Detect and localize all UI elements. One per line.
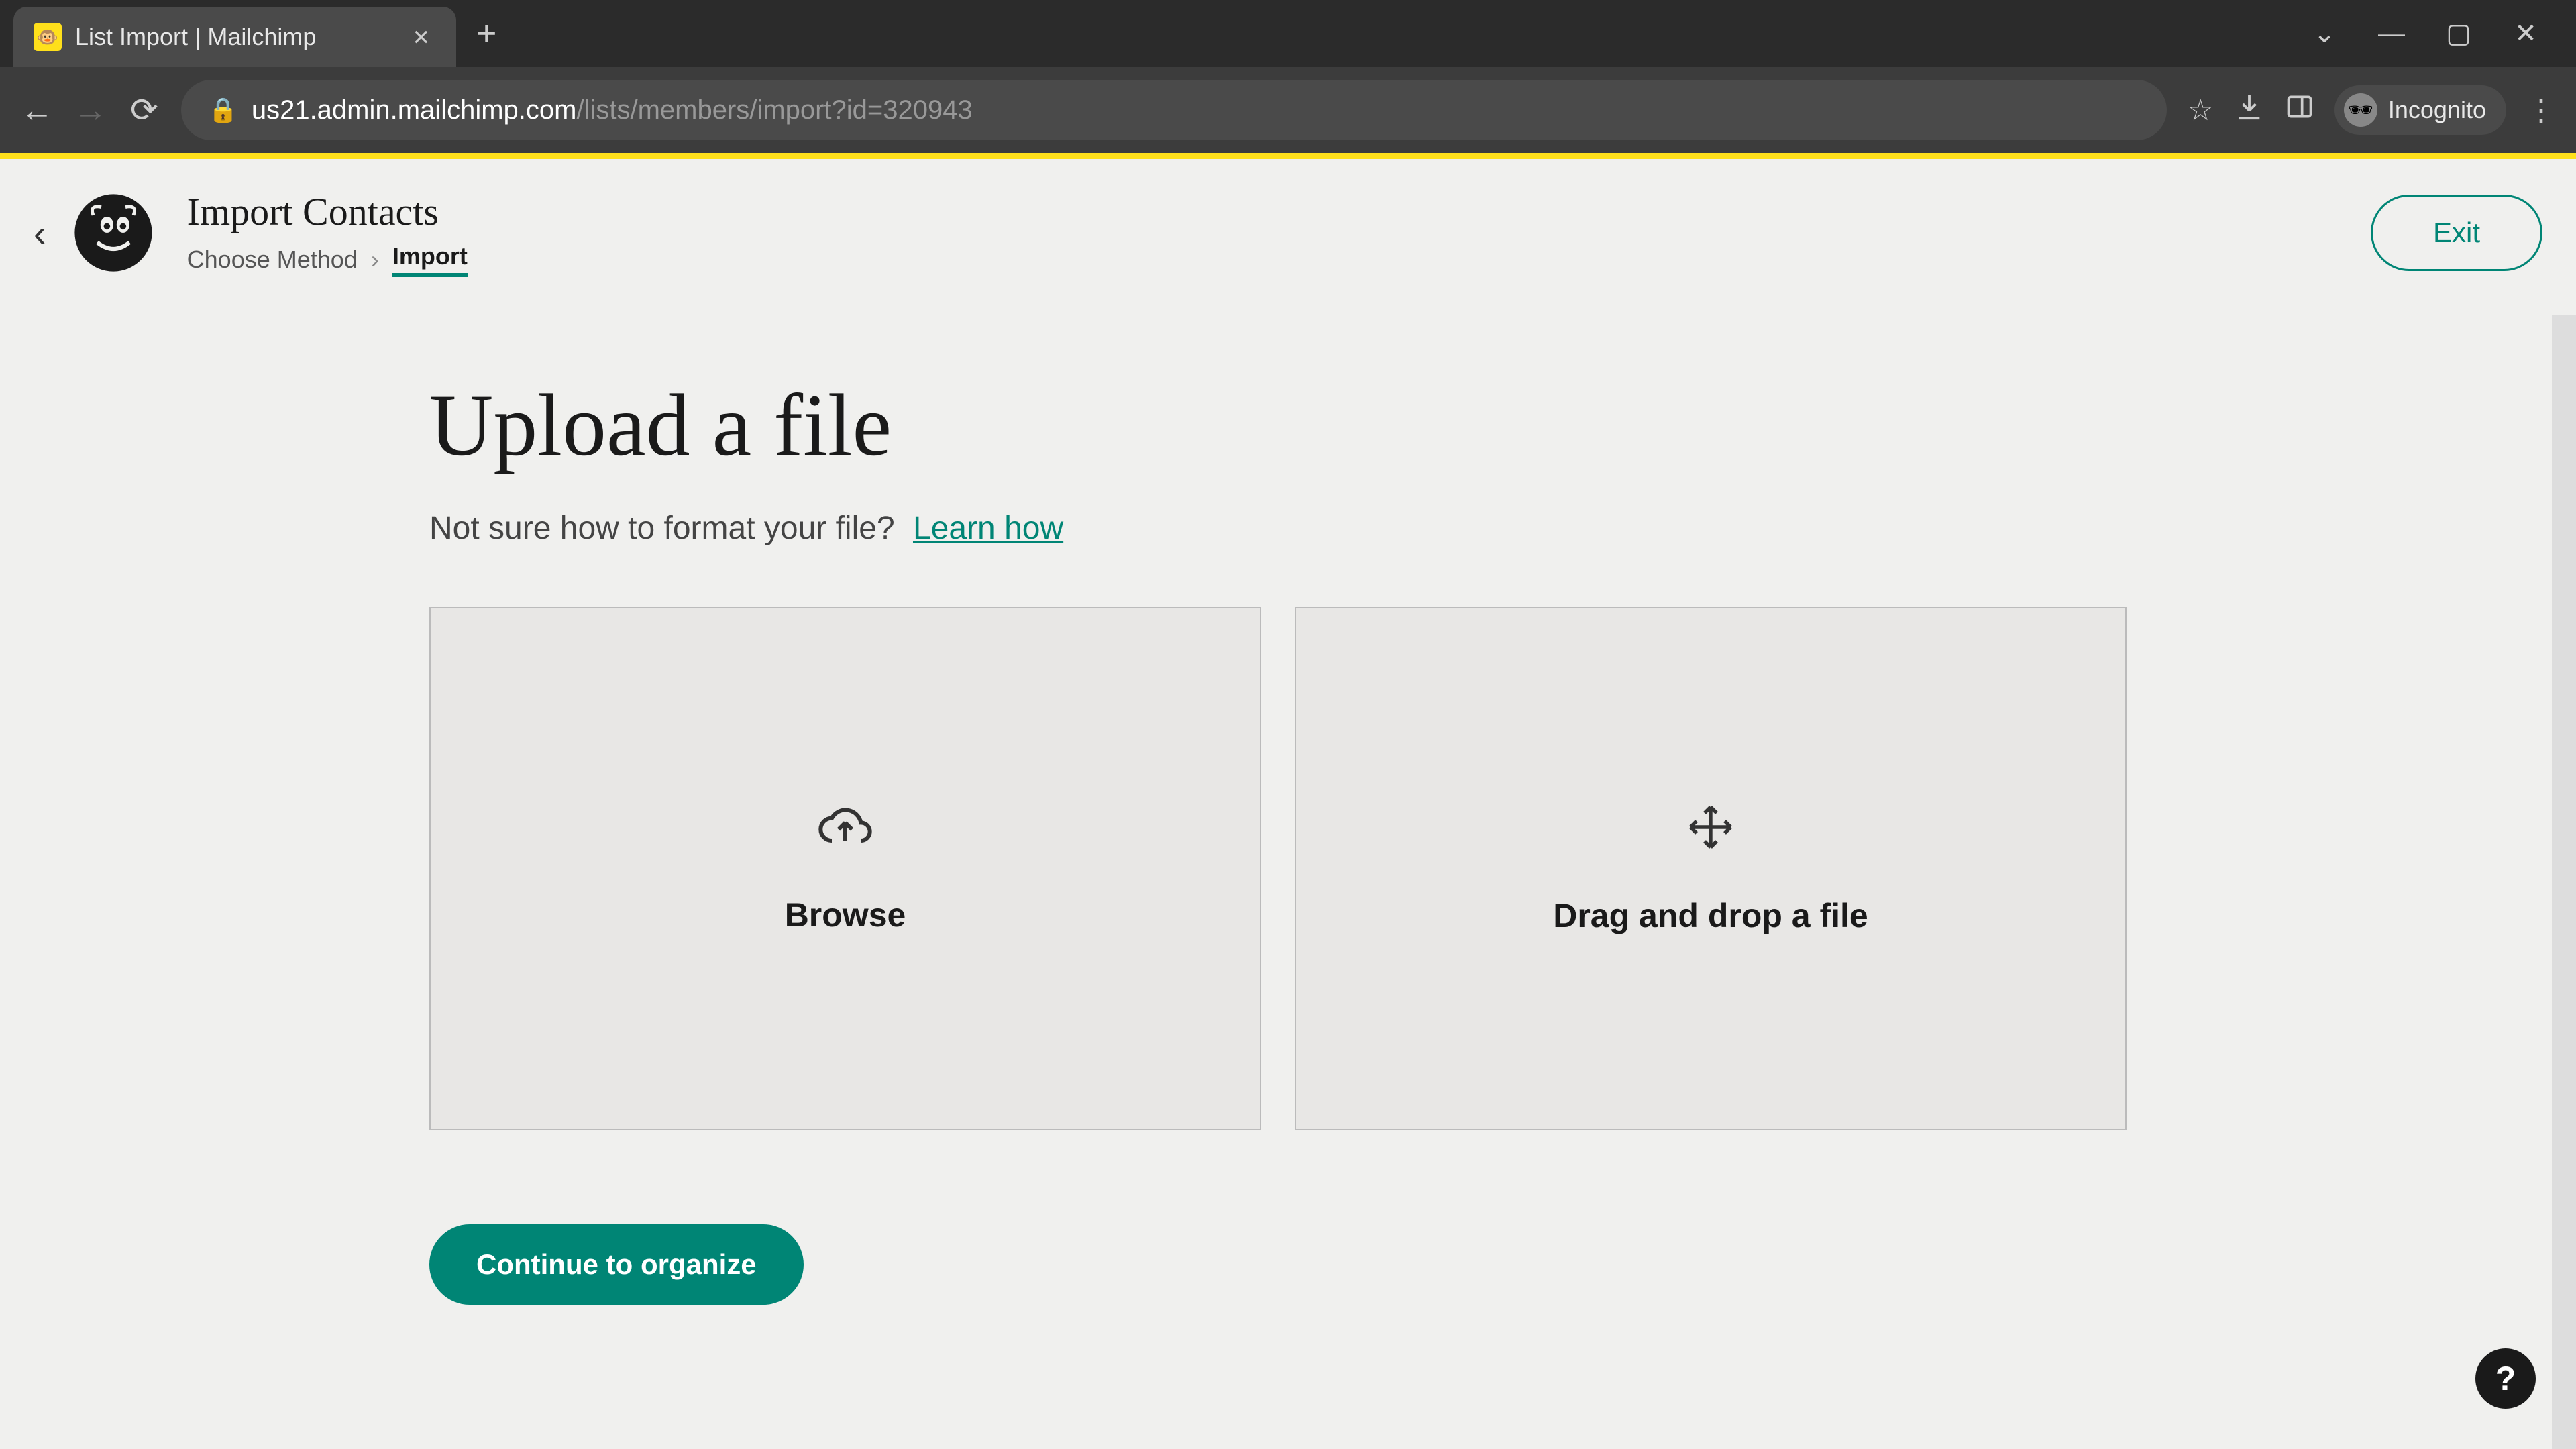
continue-button[interactable]: Continue to organize	[429, 1224, 804, 1305]
mailchimp-logo-icon[interactable]	[73, 193, 154, 273]
forward-button-icon[interactable]: →	[74, 91, 107, 129]
back-button-icon[interactable]: ←	[20, 91, 54, 129]
tabs-dropdown-icon[interactable]: ⌄	[2308, 18, 2341, 49]
close-tab-icon[interactable]: ×	[406, 21, 436, 53]
upload-boxes: Browse Drag and drop a file	[429, 607, 2127, 1130]
scrollbar[interactable]	[2552, 315, 2576, 1449]
reload-button-icon[interactable]: ⟳	[127, 91, 161, 129]
address-bar[interactable]: 🔒 us21.admin.mailchimp.com/lists/members…	[181, 80, 2167, 140]
app-back-button[interactable]: ‹	[20, 211, 60, 255]
favicon-mailchimp-icon: 🐵	[34, 23, 62, 51]
close-window-icon[interactable]: ✕	[2509, 18, 2542, 49]
breadcrumb-separator-icon: ›	[371, 246, 379, 274]
incognito-badge[interactable]: 🕶 Incognito	[2334, 85, 2506, 135]
maximize-window-icon[interactable]: ▢	[2442, 18, 2475, 49]
breadcrumb-step-1[interactable]: Choose Method	[187, 246, 358, 274]
address-bar-row: ← → ⟳ 🔒 us21.admin.mailchimp.com/lists/m…	[0, 67, 2576, 153]
new-tab-button[interactable]: +	[476, 13, 496, 54]
tab-bar: 🐵 List Import | Mailchimp × + ⌄ — ▢ ✕	[0, 0, 2576, 67]
main-content: Upload a file Not sure how to format you…	[429, 307, 2127, 1305]
header-text: Import Contacts Choose Method › Import	[187, 189, 468, 277]
downloads-icon[interactable]	[2234, 91, 2265, 129]
browser-chrome: 🐵 List Import | Mailchimp × + ⌄ — ▢ ✕ ← …	[0, 0, 2576, 159]
incognito-label: Incognito	[2388, 96, 2486, 124]
page-title: Import Contacts	[187, 189, 468, 234]
yellow-accent-bar	[0, 153, 2576, 159]
browse-upload-box[interactable]: Browse	[429, 607, 1261, 1130]
window-controls: ⌄ — ▢ ✕	[2308, 18, 2576, 49]
url-domain: us21.admin.mailchimp.com	[252, 95, 577, 125]
toolbar-right: ☆ 🕶 Incognito ⋮	[2187, 85, 2556, 135]
move-arrows-icon	[1686, 803, 1735, 863]
bookmark-star-icon[interactable]: ☆	[2187, 93, 2213, 127]
browser-tab[interactable]: 🐵 List Import | Mailchimp ×	[13, 7, 456, 67]
minimize-window-icon[interactable]: —	[2375, 19, 2408, 49]
upload-cloud-icon	[818, 804, 872, 862]
dragdrop-label: Drag and drop a file	[1553, 896, 1868, 935]
help-button[interactable]: ?	[2475, 1348, 2536, 1409]
breadcrumb-step-2: Import	[392, 242, 468, 277]
learn-how-link[interactable]: Learn how	[913, 511, 1063, 546]
tab-title: List Import | Mailchimp	[75, 23, 392, 51]
dragdrop-upload-box[interactable]: Drag and drop a file	[1295, 607, 2127, 1130]
exit-button[interactable]: Exit	[2371, 195, 2542, 271]
kebab-menu-icon[interactable]: ⋮	[2526, 93, 2556, 127]
url-text: us21.admin.mailchimp.com/lists/members/i…	[252, 95, 973, 125]
breadcrumb: Choose Method › Import	[187, 242, 468, 277]
subtitle-row: Not sure how to format your file? Learn …	[429, 510, 2127, 547]
side-panel-icon[interactable]	[2285, 92, 2314, 129]
browse-label: Browse	[785, 896, 906, 934]
lock-icon: 🔒	[208, 96, 238, 124]
app-header: ‹ Import Contacts Choose Method › Import…	[0, 159, 2576, 307]
incognito-icon: 🕶	[2344, 93, 2377, 127]
content-heading: Upload a file	[429, 374, 2127, 476]
url-path: /lists/members/import?id=320943	[576, 95, 972, 125]
subtitle-text: Not sure how to format your file?	[429, 511, 895, 546]
